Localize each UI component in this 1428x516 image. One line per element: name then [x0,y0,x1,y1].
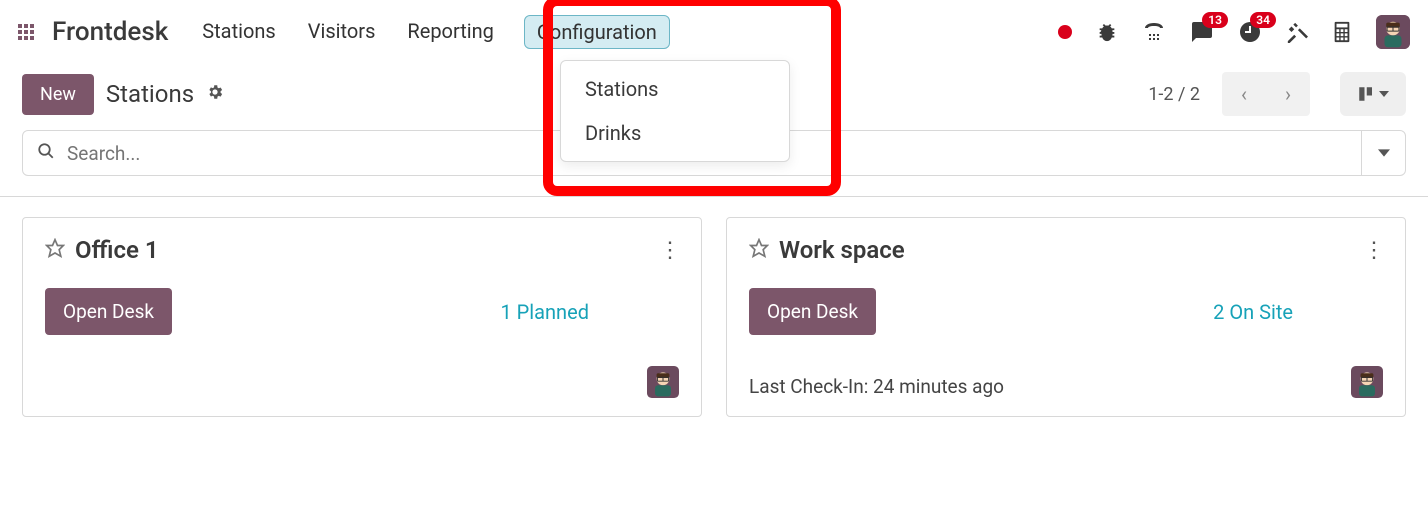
card-title: Office 1 [75,236,159,264]
messages-badge: 13 [1202,12,1228,28]
systray: 13 34 [1058,15,1410,49]
bug-icon[interactable] [1096,21,1118,43]
calculator-icon[interactable] [1332,21,1352,43]
main-menu: Stations Visitors Reporting Configuratio… [200,15,670,49]
activities-badge: 34 [1250,12,1276,28]
apps-icon[interactable] [18,24,34,40]
kebab-icon[interactable]: ⋮ [1363,245,1383,256]
phone-icon[interactable] [1142,20,1166,44]
station-card[interactable]: Office 1 ⋮ Open Desk 1 Planned [22,217,702,417]
open-desk-button[interactable]: Open Desk [45,288,172,335]
menu-configuration[interactable]: Configuration [524,15,670,49]
new-button[interactable]: New [22,74,94,115]
configuration-dropdown: Stations Drinks [560,60,790,162]
pager-next[interactable]: › [1266,72,1310,116]
divider [0,196,1428,197]
responsible-avatar[interactable] [1351,366,1383,398]
star-icon[interactable] [749,238,769,262]
star-icon[interactable] [45,238,65,262]
status-text[interactable]: 1 Planned [500,300,589,324]
app-title[interactable]: Frontdesk [52,17,168,47]
menu-reporting[interactable]: Reporting [405,15,496,49]
dropdown-drinks[interactable]: Drinks [561,111,789,155]
record-indicator[interactable] [1058,25,1072,39]
messages-icon[interactable]: 13 [1190,20,1214,44]
dropdown-stations[interactable]: Stations [561,67,789,111]
menu-stations[interactable]: Stations [200,15,277,49]
activities-icon[interactable]: 34 [1238,20,1262,44]
search-options-toggle[interactable] [1361,131,1405,175]
tools-icon[interactable] [1286,21,1308,43]
gear-icon[interactable] [206,83,224,105]
breadcrumb[interactable]: Stations [106,80,194,108]
status-text[interactable]: 2 On Site [1213,300,1293,324]
station-card[interactable]: Work space ⋮ Open Desk 2 On Site Last Ch… [726,217,1406,417]
pager-text[interactable]: 1-2 / 2 [1148,84,1200,105]
checkin-text: Last Check-In: 24 minutes ago [749,375,1004,398]
responsible-avatar[interactable] [647,366,679,398]
kebab-icon[interactable]: ⋮ [659,245,679,256]
card-title: Work space [779,236,905,264]
user-avatar[interactable] [1376,15,1410,49]
view-switcher[interactable] [1340,72,1406,116]
menu-visitors[interactable]: Visitors [306,15,378,49]
search-icon [37,142,55,164]
open-desk-button[interactable]: Open Desk [749,288,876,335]
pager-prev[interactable]: ‹ [1222,72,1266,116]
